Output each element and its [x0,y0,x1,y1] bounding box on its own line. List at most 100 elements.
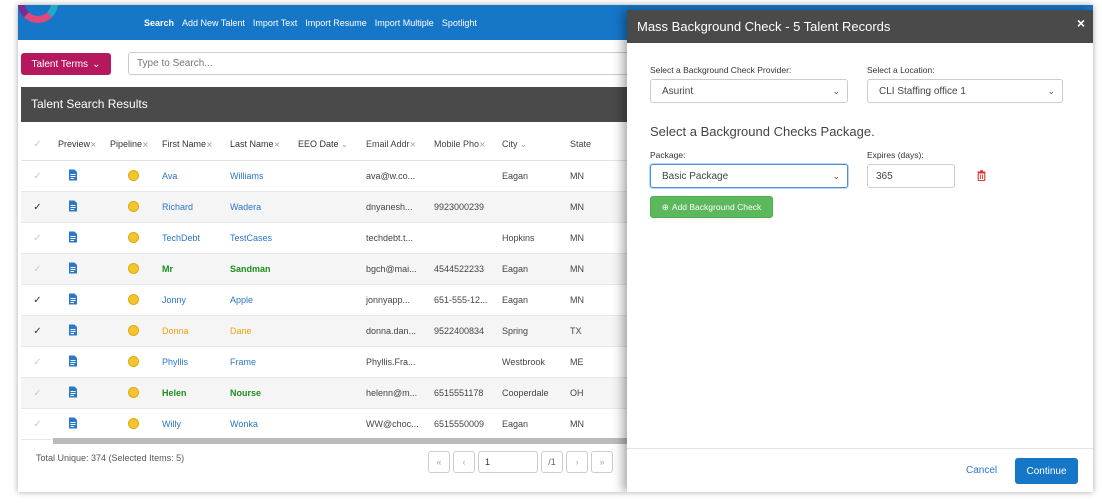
table-row[interactable]: ✓ Jonny Apple jonnyapp... 651-555-12... Eagan… [21,285,636,316]
pipeline-icon[interactable] [128,417,139,429]
last-name-cell[interactable]: Frame [226,357,294,367]
package-value: Basic Package [662,170,729,182]
last-name-cell[interactable]: Williams [226,171,294,181]
pipeline-icon[interactable] [128,262,139,274]
continue-button[interactable]: Continue [1015,458,1078,484]
row-checkbox[interactable]: ✓ [21,171,54,182]
first-name-cell[interactable]: Jonny [158,295,226,305]
document-icon[interactable] [68,386,78,398]
table-row[interactable]: ✓ Willy Wonka WW@choc... 6515550009 Eagan MN [21,409,636,440]
last-page-button[interactable]: » [591,451,613,473]
pipeline-icon[interactable] [128,355,139,367]
page-number-input[interactable]: 1 [478,451,538,473]
add-background-check-button[interactable]: ⊕ Add Background Check [650,196,773,218]
row-checkbox[interactable]: ✓ [21,264,54,275]
row-checkbox[interactable]: ✓ [21,419,54,430]
column-header-last-name[interactable]: Last Name⨯ [226,139,294,149]
plus-circle-icon: ⊕ [661,201,669,212]
nav-import-multiple[interactable]: Import Multiple [375,18,434,28]
column-header-preview[interactable]: Preview⨯ [54,139,106,149]
cancel-button[interactable]: Cancel [966,465,997,476]
table-row[interactable]: ✓ Phyllis Frame Phyllis.Fra... Westbrook ME [21,347,636,378]
provider-label: Select a Background Check Provider: [650,65,792,75]
nav-search[interactable]: Search [144,18,174,28]
sort-icon: ⨯ [409,140,417,149]
column-header-pipeline[interactable]: Pipeline⨯ [106,139,158,149]
first-page-button[interactable]: « [428,451,450,473]
document-icon[interactable] [68,231,78,243]
talent-terms-button[interactable]: Talent Terms ⌄ [21,53,111,75]
first-name-cell[interactable]: Willy [158,419,226,429]
row-checkbox[interactable]: ✓ [21,388,54,399]
expires-days-input[interactable]: 365 [867,164,955,188]
document-icon[interactable] [68,200,78,212]
prev-page-button[interactable]: ‹ [453,451,475,473]
last-name-cell[interactable]: Apple [226,295,294,305]
phone-cell: 651-555-12... [434,295,488,305]
first-name-cell[interactable]: Phyllis [158,357,226,367]
first-name-cell[interactable]: Donna [158,326,226,336]
provider-select[interactable]: Asurint ⌄ [650,79,848,103]
horizontal-scrollbar[interactable] [53,438,628,444]
last-name-cell[interactable]: Wonka [226,419,294,429]
document-icon[interactable] [68,417,78,429]
pipeline-icon[interactable] [128,200,139,212]
email-cell: techdebt.t... [366,233,414,243]
last-name-cell[interactable]: Wadera [226,202,294,212]
last-name-cell[interactable]: Dane [226,326,294,336]
select-all-checkbox[interactable]: ✓ [21,139,54,150]
nav-add-new-talent[interactable]: Add New Talent [182,18,245,28]
column-header-first-name[interactable]: First Name⨯ [158,139,226,149]
column-header-eeo-date[interactable]: EEO Date ⌄ [294,139,362,149]
search-input[interactable] [128,52,648,75]
first-name-cell[interactable]: TechDebt [158,233,226,243]
table-row[interactable]: ✓ Helen Nourse helenn@m... 6515551178 Cooperd… [21,378,636,409]
package-select[interactable]: Basic Package ⌄ [650,164,848,188]
column-header-mobile-phone[interactable]: Mobile Pho⨯ [430,139,498,149]
nav-import-resume[interactable]: Import Resume [305,18,367,28]
modal-footer-divider [627,448,1093,449]
sort-icon: ⨯ [206,140,213,149]
first-name-cell[interactable]: Helen [158,388,226,398]
document-icon[interactable] [68,355,78,367]
results-grid: ✓ Preview⨯ Pipeline⨯ First Name⨯ Last Na… [21,128,636,440]
email-cell: WW@choc... [366,419,419,429]
pipeline-icon[interactable] [128,324,139,336]
pager: « ‹ 1 /1 › » [428,451,613,473]
nav-spotlight[interactable]: Spotlight [442,18,477,28]
row-checkbox[interactable]: ✓ [21,295,54,306]
column-header-state[interactable]: State [566,139,616,149]
trash-icon[interactable] [977,170,986,181]
location-select[interactable]: CLI Staffing office 1 ⌄ [867,79,1063,103]
document-icon[interactable] [68,262,78,274]
row-checkbox[interactable]: ✓ [21,326,54,337]
column-header-email[interactable]: Email Addr⨯ [362,139,430,149]
pipeline-icon[interactable] [128,293,139,305]
nav-import-text[interactable]: Import Text [253,18,297,28]
document-icon[interactable] [68,169,78,181]
last-name-cell[interactable]: Nourse [226,388,294,398]
pipeline-icon[interactable] [128,231,139,243]
document-icon[interactable] [68,324,78,336]
first-name-cell[interactable]: Richard [158,202,226,212]
close-icon[interactable]: × [1077,15,1085,31]
expires-label: Expires (days): [867,150,924,160]
last-name-cell[interactable]: TestCases [226,233,294,243]
table-row[interactable]: ✓ Richard Wadera dnyanesh... 9923000239 MN [21,192,636,223]
row-checkbox[interactable]: ✓ [21,202,54,213]
table-row[interactable]: ✓ TechDebt TestCases techdebt.t... Hopkins MN [21,223,636,254]
pipeline-icon[interactable] [128,169,139,181]
last-name-cell[interactable]: Sandman [226,264,294,274]
pipeline-icon[interactable] [128,386,139,398]
table-row[interactable]: ✓ Mr Sandman bgch@mai... 4544522233 Eagan MN [21,254,636,285]
next-page-button[interactable]: › [566,451,588,473]
first-name-cell[interactable]: Mr [158,264,226,274]
document-icon[interactable] [68,293,78,305]
column-header-city[interactable]: City ⌄ [498,139,566,149]
row-checkbox[interactable]: ✓ [21,357,54,368]
row-checkbox[interactable]: ✓ [21,233,54,244]
table-row[interactable]: ✓ Donna Dane donna.dan... 9522400834 Spring TX [21,316,636,347]
table-row[interactable]: ✓ Ava Williams ava@w.co... Eagan MN [21,161,636,192]
first-name-cell[interactable]: Ava [158,171,226,181]
app-logo[interactable] [18,5,58,23]
